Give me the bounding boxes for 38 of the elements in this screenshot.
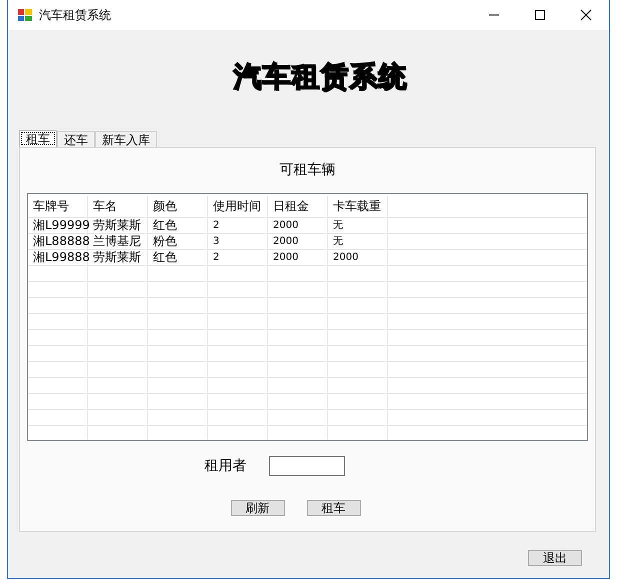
table-cell: 红色	[148, 218, 208, 233]
tab[interactable]: 租车	[19, 130, 57, 147]
action-button[interactable]: 刷新	[230, 500, 284, 516]
panel-title: 可租车辆	[280, 161, 336, 179]
tab[interactable]: 还车	[57, 131, 95, 147]
table-cell: 劳斯莱斯	[88, 250, 148, 265]
renter-label: 租用者	[204, 457, 246, 475]
column-header: 颜色	[148, 196, 208, 217]
table-cell: 粉色	[148, 234, 208, 249]
tab[interactable]: 新车入库	[95, 131, 157, 147]
table-cell: 湘L99888	[28, 250, 88, 265]
table-cell: 2000	[268, 250, 328, 265]
table-cell: 无	[328, 234, 388, 249]
app-heading: 汽车租赁系统	[234, 59, 408, 95]
column-header: 日租金	[268, 196, 328, 217]
table-cell: 湘L88888	[28, 234, 88, 249]
close-icon[interactable]	[580, 9, 592, 21]
window-title: 汽车租赁系统	[39, 6, 111, 24]
maximize-icon[interactable]	[534, 9, 546, 21]
table-cell: 2000	[328, 250, 388, 265]
app-icon	[17, 7, 33, 23]
table-cell: 兰博基尼	[88, 234, 148, 249]
table-cell: 2	[208, 250, 268, 265]
action-button[interactable]: 租车	[306, 500, 360, 516]
column-header: 车名	[88, 196, 148, 217]
table-cell: 红色	[148, 250, 208, 265]
table-cell: 劳斯莱斯	[88, 218, 148, 233]
column-header: 使用时间	[208, 196, 268, 217]
column-header: 卡车载重	[328, 196, 388, 217]
table-cell: 无	[328, 218, 388, 233]
exit-button[interactable]: 退出	[528, 550, 582, 566]
column-header: 车牌号	[28, 196, 88, 217]
table-cell: 湘L99999	[28, 218, 88, 233]
renter-input[interactable]	[268, 456, 344, 476]
table-cell: 2000	[268, 218, 328, 233]
table-cell: 2	[208, 218, 268, 233]
table-cell: 3	[208, 234, 268, 249]
table-cell: 2000	[268, 234, 328, 249]
